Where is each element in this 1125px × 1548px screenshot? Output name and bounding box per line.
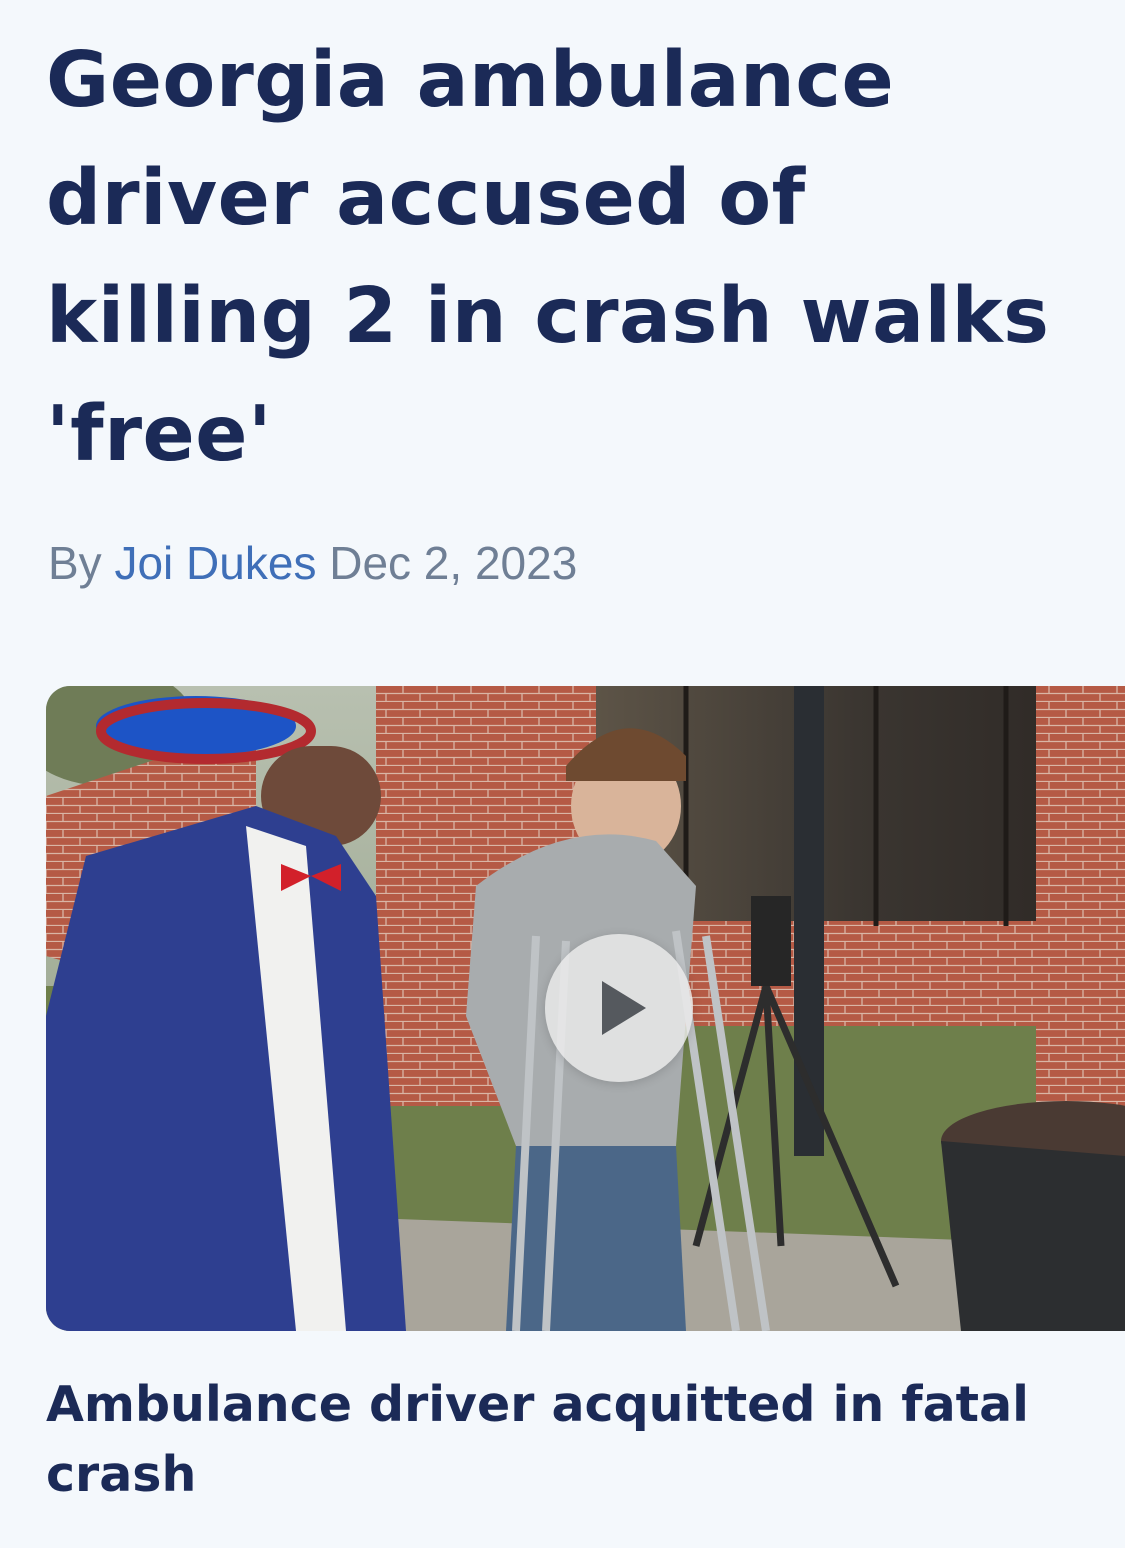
author-link[interactable]: Joi Dukes bbox=[114, 537, 316, 589]
article: Georgia ambulance driver accused of kill… bbox=[0, 0, 1125, 1548]
play-icon bbox=[602, 981, 646, 1035]
video-caption[interactable]: Ambulance driver acquitted in fatal cras… bbox=[46, 1370, 1076, 1510]
byline: By Joi Dukes Dec 2, 2023 bbox=[48, 536, 577, 590]
play-button[interactable] bbox=[545, 934, 693, 1082]
publish-date: Dec 2, 2023 bbox=[329, 537, 578, 589]
byline-prefix: By bbox=[48, 537, 102, 589]
headline: Georgia ambulance driver accused of kill… bbox=[46, 36, 1050, 479]
